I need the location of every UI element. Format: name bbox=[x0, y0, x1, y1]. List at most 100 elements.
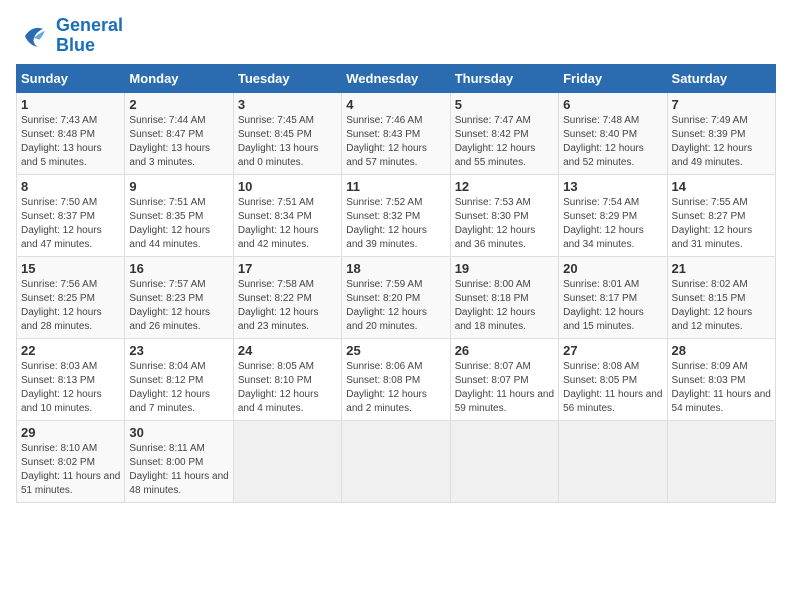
day-detail: Sunrise: 8:07 AMSunset: 8:07 PMDaylight:… bbox=[455, 360, 554, 416]
day-number: 11 bbox=[346, 179, 445, 194]
day-number: 5 bbox=[455, 97, 554, 112]
day-number: 25 bbox=[346, 343, 445, 358]
day-number: 21 bbox=[672, 261, 771, 276]
week-row-3: 15 Sunrise: 7:56 AMSunset: 8:25 PMDayligh… bbox=[17, 256, 776, 338]
logo-icon bbox=[16, 18, 52, 54]
day-number: 26 bbox=[455, 343, 554, 358]
day-detail: Sunrise: 8:05 AMSunset: 8:10 PMDaylight:… bbox=[238, 360, 337, 416]
day-number: 13 bbox=[563, 179, 662, 194]
day-number: 6 bbox=[563, 97, 662, 112]
day-cell bbox=[450, 420, 558, 502]
day-cell bbox=[559, 420, 667, 502]
day-detail: Sunrise: 8:08 AMSunset: 8:05 PMDaylight:… bbox=[563, 360, 662, 416]
day-detail: Sunrise: 8:10 AMSunset: 8:02 PMDaylight:… bbox=[21, 442, 120, 498]
day-cell: 24 Sunrise: 8:05 AMSunset: 8:10 PMDayligh… bbox=[233, 338, 341, 420]
day-detail: Sunrise: 7:49 AMSunset: 8:39 PMDaylight:… bbox=[672, 114, 771, 170]
header-monday: Monday bbox=[125, 64, 233, 92]
day-number: 19 bbox=[455, 261, 554, 276]
day-detail: Sunrise: 7:51 AMSunset: 8:35 PMDaylight:… bbox=[129, 196, 228, 252]
day-cell: 15 Sunrise: 7:56 AMSunset: 8:25 PMDayligh… bbox=[17, 256, 125, 338]
day-number: 27 bbox=[563, 343, 662, 358]
day-cell: 25 Sunrise: 8:06 AMSunset: 8:08 PMDayligh… bbox=[342, 338, 450, 420]
day-number: 29 bbox=[21, 425, 120, 440]
day-number: 4 bbox=[346, 97, 445, 112]
day-detail: Sunrise: 7:55 AMSunset: 8:27 PMDaylight:… bbox=[672, 196, 771, 252]
day-number: 10 bbox=[238, 179, 337, 194]
header-sunday: Sunday bbox=[17, 64, 125, 92]
day-detail: Sunrise: 7:47 AMSunset: 8:42 PMDaylight:… bbox=[455, 114, 554, 170]
day-detail: Sunrise: 8:04 AMSunset: 8:12 PMDaylight:… bbox=[129, 360, 228, 416]
day-cell: 14Sunrise: 7:55 AMSunset: 8:27 PMDayligh… bbox=[667, 174, 775, 256]
day-number: 17 bbox=[238, 261, 337, 276]
day-cell: 5 Sunrise: 7:47 AMSunset: 8:42 PMDaylight… bbox=[450, 92, 558, 174]
header-tuesday: Tuesday bbox=[233, 64, 341, 92]
day-cell: 19 Sunrise: 8:00 AMSunset: 8:18 PMDayligh… bbox=[450, 256, 558, 338]
day-cell: 23 Sunrise: 8:04 AMSunset: 8:12 PMDayligh… bbox=[125, 338, 233, 420]
day-cell: 6 Sunrise: 7:48 AMSunset: 8:40 PMDaylight… bbox=[559, 92, 667, 174]
day-detail: Sunrise: 7:53 AMSunset: 8:30 PMDaylight:… bbox=[455, 196, 554, 252]
day-cell: 4 Sunrise: 7:46 AMSunset: 8:43 PMDaylight… bbox=[342, 92, 450, 174]
logo-text: General bbox=[56, 16, 123, 36]
day-cell: 3 Sunrise: 7:45 AMSunset: 8:45 PMDaylight… bbox=[233, 92, 341, 174]
day-detail: Sunrise: 7:59 AMSunset: 8:20 PMDaylight:… bbox=[346, 278, 445, 334]
day-number: 1 bbox=[21, 97, 120, 112]
day-detail: Sunrise: 7:44 AMSunset: 8:47 PMDaylight:… bbox=[129, 114, 228, 170]
day-detail: Sunrise: 7:46 AMSunset: 8:43 PMDaylight:… bbox=[346, 114, 445, 170]
day-detail: Sunrise: 7:43 AMSunset: 8:48 PMDaylight:… bbox=[21, 114, 120, 170]
day-cell: 29 Sunrise: 8:10 AMSunset: 8:02 PMDayligh… bbox=[17, 420, 125, 502]
week-row-5: 29 Sunrise: 8:10 AMSunset: 8:02 PMDayligh… bbox=[17, 420, 776, 502]
day-detail: Sunrise: 7:48 AMSunset: 8:40 PMDaylight:… bbox=[563, 114, 662, 170]
day-cell: 26 Sunrise: 8:07 AMSunset: 8:07 PMDayligh… bbox=[450, 338, 558, 420]
header-thursday: Thursday bbox=[450, 64, 558, 92]
day-cell: 2 Sunrise: 7:44 AMSunset: 8:47 PMDaylight… bbox=[125, 92, 233, 174]
day-number: 7 bbox=[672, 97, 771, 112]
day-cell: 20 Sunrise: 8:01 AMSunset: 8:17 PMDayligh… bbox=[559, 256, 667, 338]
day-cell: 22Sunrise: 8:03 AMSunset: 8:13 PMDayligh… bbox=[17, 338, 125, 420]
day-number: 28 bbox=[672, 343, 771, 358]
day-cell bbox=[233, 420, 341, 502]
header-saturday: Saturday bbox=[667, 64, 775, 92]
day-detail: Sunrise: 8:00 AMSunset: 8:18 PMDaylight:… bbox=[455, 278, 554, 334]
day-cell: 9 Sunrise: 7:51 AMSunset: 8:35 PMDaylight… bbox=[125, 174, 233, 256]
day-detail: Sunrise: 8:01 AMSunset: 8:17 PMDaylight:… bbox=[563, 278, 662, 334]
day-number: 8 bbox=[21, 179, 120, 194]
day-detail: Sunrise: 7:56 AMSunset: 8:25 PMDaylight:… bbox=[21, 278, 120, 334]
day-cell: 18 Sunrise: 7:59 AMSunset: 8:20 PMDayligh… bbox=[342, 256, 450, 338]
day-detail: Sunrise: 7:57 AMSunset: 8:23 PMDaylight:… bbox=[129, 278, 228, 334]
calendar-header-row: SundayMondayTuesdayWednesdayThursdayFrid… bbox=[17, 64, 776, 92]
day-detail: Sunrise: 7:45 AMSunset: 8:45 PMDaylight:… bbox=[238, 114, 337, 170]
day-number: 16 bbox=[129, 261, 228, 276]
day-cell bbox=[667, 420, 775, 502]
day-cell: 30 Sunrise: 8:11 AMSunset: 8:00 PMDayligh… bbox=[125, 420, 233, 502]
logo: General Blue bbox=[16, 16, 123, 56]
day-cell: 21Sunrise: 8:02 AMSunset: 8:15 PMDayligh… bbox=[667, 256, 775, 338]
day-detail: Sunrise: 8:06 AMSunset: 8:08 PMDaylight:… bbox=[346, 360, 445, 416]
day-detail: Sunrise: 7:58 AMSunset: 8:22 PMDaylight:… bbox=[238, 278, 337, 334]
day-number: 18 bbox=[346, 261, 445, 276]
day-cell: 10Sunrise: 7:51 AMSunset: 8:34 PMDayligh… bbox=[233, 174, 341, 256]
day-cell: 27 Sunrise: 8:08 AMSunset: 8:05 PMDayligh… bbox=[559, 338, 667, 420]
day-cell: 17 Sunrise: 7:58 AMSunset: 8:22 PMDayligh… bbox=[233, 256, 341, 338]
header-wednesday: Wednesday bbox=[342, 64, 450, 92]
day-number: 20 bbox=[563, 261, 662, 276]
week-row-2: 8Sunrise: 7:50 AMSunset: 8:37 PMDaylight… bbox=[17, 174, 776, 256]
day-number: 12 bbox=[455, 179, 554, 194]
day-number: 9 bbox=[129, 179, 228, 194]
day-cell: 16 Sunrise: 7:57 AMSunset: 8:23 PMDayligh… bbox=[125, 256, 233, 338]
day-number: 24 bbox=[238, 343, 337, 358]
day-number: 15 bbox=[21, 261, 120, 276]
day-number: 23 bbox=[129, 343, 228, 358]
logo-text2: Blue bbox=[56, 36, 123, 56]
day-detail: Sunrise: 8:09 AMSunset: 8:03 PMDaylight:… bbox=[672, 360, 771, 416]
day-detail: Sunrise: 8:11 AMSunset: 8:00 PMDaylight:… bbox=[129, 442, 228, 498]
day-number: 30 bbox=[129, 425, 228, 440]
day-number: 2 bbox=[129, 97, 228, 112]
day-cell: 11 Sunrise: 7:52 AMSunset: 8:32 PMDayligh… bbox=[342, 174, 450, 256]
day-detail: Sunrise: 7:54 AMSunset: 8:29 PMDaylight:… bbox=[563, 196, 662, 252]
day-number: 3 bbox=[238, 97, 337, 112]
day-detail: Sunrise: 7:52 AMSunset: 8:32 PMDaylight:… bbox=[346, 196, 445, 252]
day-number: 22 bbox=[21, 343, 120, 358]
header-friday: Friday bbox=[559, 64, 667, 92]
day-cell: 13 Sunrise: 7:54 AMSunset: 8:29 PMDayligh… bbox=[559, 174, 667, 256]
page-header: General Blue bbox=[16, 16, 776, 56]
